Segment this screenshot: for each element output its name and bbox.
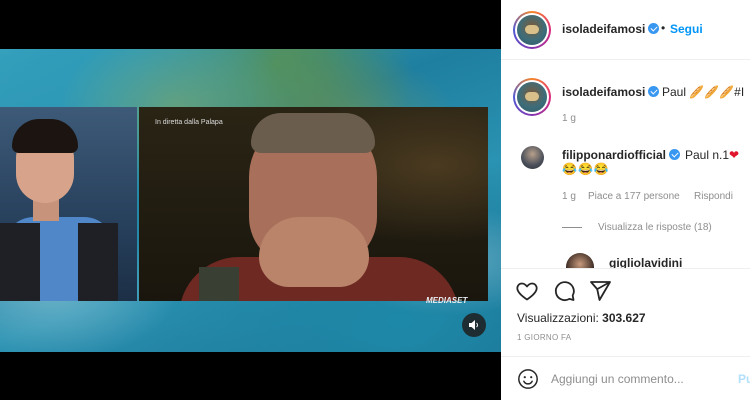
comment-text: Paul n.1❤ [685,148,740,162]
comment-emojis: 😂😂😂 [562,162,610,176]
comment-time: 1 g [562,113,576,124]
emoji-picker-button[interactable] [517,368,539,390]
post-header: isoladeifamosi • Segui [501,0,750,60]
comment-avatar[interactable] [521,146,544,169]
comment-avatar[interactable] [566,253,594,268]
like-button[interactable] [515,279,539,303]
instagram-post-page: In diretta dalla Palapa MEDIASET isolade… [0,0,750,400]
smiley-icon [518,369,538,389]
comment-username[interactable]: filipponardiofficial [562,148,680,162]
mute-button[interactable] [462,313,486,337]
post-date: 1 GIORNO FA [517,333,572,342]
replies-divider [562,227,582,228]
media-area: In diretta dalla Palapa MEDIASET [0,0,501,400]
share-icon [590,281,611,301]
comment-button[interactable] [552,279,576,303]
studio-guest-frame [0,107,137,301]
verified-badge-icon [648,86,660,97]
header-separator: • [661,21,666,35]
add-comment-bar: Pu [501,356,750,400]
comment-likes[interactable]: Piace a 177 persone [588,191,680,202]
comment-icon [554,281,575,302]
broadcaster-logo: MEDIASET [426,296,468,305]
verified-badge-icon [648,23,660,34]
verified-badge-icon [669,149,680,160]
island-contestant-frame: In diretta dalla Palapa [139,107,488,301]
video-player[interactable]: In diretta dalla Palapa MEDIASET [0,49,501,352]
comments-list[interactable]: isoladeifamosi Paul 🥖🥖🥖#I 1 g filipponar… [501,61,750,268]
heart-icon [516,282,538,301]
views-count: Visualizzazioni: 303.627 [517,311,646,325]
speaker-icon [469,320,478,330]
share-button[interactable] [588,279,612,303]
publish-button[interactable]: Pu [738,372,750,386]
post-side-panel: isoladeifamosi • Segui isoladeifamosi Pa… [501,0,750,400]
view-replies-button[interactable]: Visualizza le risposte (18) [598,222,712,233]
comment-avatar[interactable] [513,78,551,116]
video-caption: In diretta dalla Palapa [155,119,223,126]
comment-text: Paul 🥖🥖🥖#I [662,85,745,99]
comment-input[interactable] [551,367,731,391]
account-username[interactable]: isoladeifamosi [562,22,660,36]
reply-button[interactable]: Rispondi [694,191,733,202]
follow-button[interactable]: Segui [670,22,703,36]
heart-emoji-icon: ❤ [729,148,740,162]
account-avatar[interactable] [513,11,551,49]
post-actions: Visualizzazioni: 303.627 1 GIORNO FA [501,268,750,352]
comment-time: 1 g [562,191,576,202]
comment-username[interactable]: isoladeifamosi [562,85,660,99]
comment-username[interactable]: gigliolavidini [609,256,682,268]
